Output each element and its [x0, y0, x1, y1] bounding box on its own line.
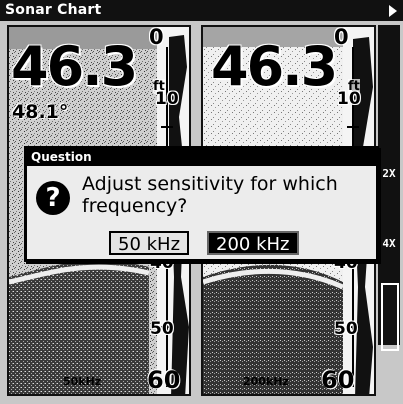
left-depth-reading: 46.3 — [11, 35, 138, 98]
left-scale-50: 50 — [150, 319, 174, 339]
left-frequency-label: 50kHz — [63, 375, 102, 388]
zoom-bar[interactable]: 2X 4X — [378, 25, 400, 351]
frequency-200khz-button[interactable]: 200 kHz — [207, 231, 299, 255]
title-bar: Sonar Chart — [0, 0, 403, 23]
right-bottom-depth: 60 — [321, 366, 355, 394]
dialog-message: Adjust sensitivity for which frequency? — [82, 173, 338, 217]
dialog-title: Question — [27, 149, 376, 166]
sonar-screen: Sonar Chart 46.3 0 ft 10 40 50 48.1° 50k… — [0, 0, 403, 404]
right-depth-reading: 46.3 — [211, 35, 338, 98]
water-temperature: 48.1° — [12, 101, 69, 123]
zoom-level-2x[interactable]: 2X — [380, 168, 398, 180]
zoom-window-indicator[interactable] — [381, 283, 399, 351]
zoom-level-4x[interactable]: 4X — [380, 238, 398, 250]
window-title: Sonar Chart — [5, 2, 102, 18]
question-icon: ? — [36, 181, 70, 215]
right-frequency-label: 200kHz — [243, 375, 289, 388]
right-scale-10: 10 — [337, 89, 361, 109]
frequency-50khz-button[interactable]: 50 kHz — [109, 231, 190, 255]
question-dialog: Question ? Adjust sensitivity for which … — [24, 146, 379, 262]
left-scale-top: 0 — [149, 25, 164, 49]
menu-arrow-icon[interactable] — [389, 5, 397, 17]
right-scale-top: 0 — [334, 25, 349, 49]
right-scale-50: 50 — [334, 319, 358, 339]
left-bottom-depth: 60 — [147, 366, 181, 394]
left-scale-10: 10 — [155, 89, 179, 109]
